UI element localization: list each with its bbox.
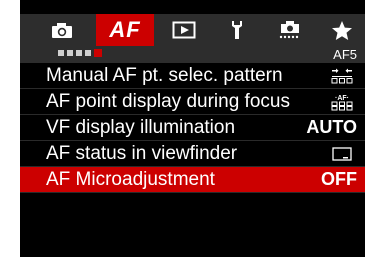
- tab-custom-functions[interactable]: [272, 14, 308, 46]
- star-icon: [331, 20, 353, 41]
- tab-af[interactable]: AF: [96, 14, 154, 46]
- svg-text:·AF·: ·AF·: [335, 95, 349, 102]
- custom-function-camera-icon: [279, 20, 301, 40]
- menu-item-label: VF display illumination: [46, 116, 236, 138]
- menu-item-label: Manual AF pt. selec. pattern: [46, 64, 283, 86]
- af-point-pattern-icon: [327, 63, 357, 88]
- tab-playback[interactable]: [166, 14, 202, 46]
- tab-af-label: AF: [109, 17, 141, 42]
- viewfinder-status-icon: [327, 141, 357, 166]
- menu-item-label: AF Microadjustment: [46, 168, 215, 190]
- menu-item-af-point-display[interactable]: AF point display during focus ·AF·: [20, 89, 365, 115]
- camera-menu-screen: AF AF5 Manual AF pt. selec. pattern AF p…: [20, 0, 365, 257]
- wrench-icon: [229, 20, 245, 40]
- page-dot-active: [94, 49, 102, 57]
- menu-item-manual-af-pt-pattern[interactable]: Manual AF pt. selec. pattern: [20, 63, 365, 89]
- tab-my-menu[interactable]: [326, 14, 358, 46]
- menu-item-af-microadjustment[interactable]: AF Microadjustment OFF: [20, 167, 365, 193]
- tab-shooting[interactable]: [44, 14, 80, 46]
- tab-setup[interactable]: [220, 14, 254, 46]
- page-dot: [67, 50, 73, 56]
- menu-tab-bar: AF: [20, 14, 365, 46]
- playback-icon: [172, 21, 196, 39]
- page-label: AF5: [333, 47, 357, 62]
- menu-item-label: AF status in viewfinder: [46, 142, 238, 164]
- menu-item-af-status-viewfinder[interactable]: AF status in viewfinder: [20, 141, 365, 167]
- camera-icon: [51, 22, 73, 39]
- menu-item-value: OFF: [321, 169, 357, 189]
- menu-item-value: AUTO: [306, 117, 357, 137]
- menu-list: Manual AF pt. selec. pattern AF point di…: [20, 63, 365, 193]
- page-indicator-row: AF5: [20, 46, 365, 63]
- af-point-display-icon: ·AF·: [327, 89, 357, 114]
- page-dot: [76, 50, 82, 56]
- page-dot: [58, 50, 64, 56]
- page-dot: [85, 50, 91, 56]
- menu-item-vf-display-illumination[interactable]: VF display illumination AUTO: [20, 115, 365, 141]
- menu-item-label: AF point display during focus: [46, 90, 290, 112]
- page-dots: [58, 49, 102, 57]
